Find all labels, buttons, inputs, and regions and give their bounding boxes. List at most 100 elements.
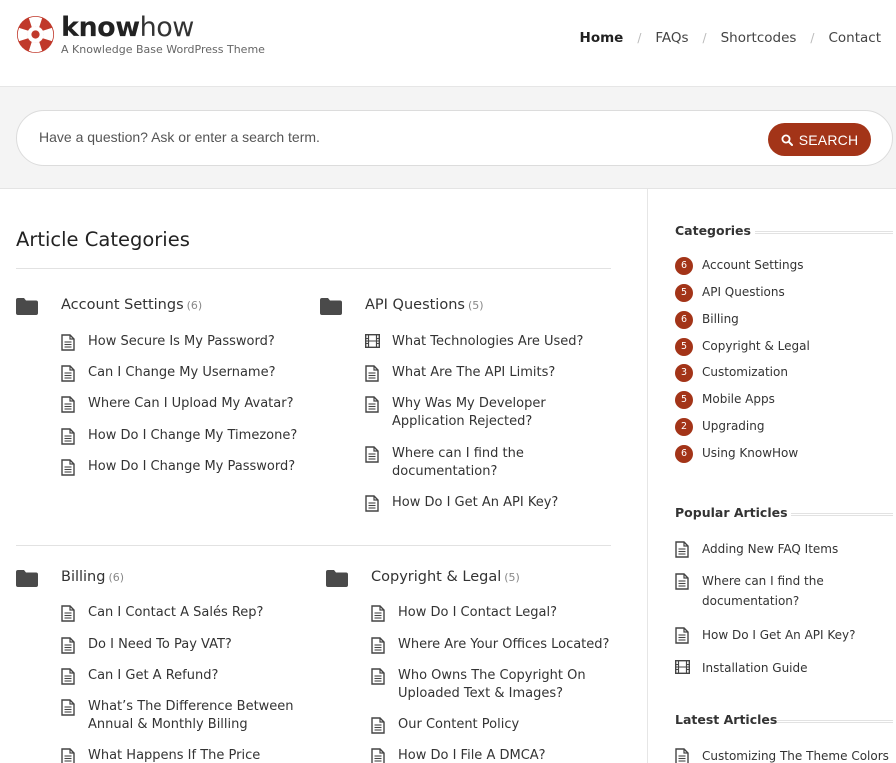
- sidebar-popular-heading: Popular Articles: [675, 505, 893, 520]
- article-title: How Do I Get An API Key?: [392, 495, 559, 510]
- sidebar-heading-text: Latest Articles: [675, 712, 778, 727]
- category-name: Billing: [61, 569, 106, 585]
- count-badge: 5: [675, 391, 693, 409]
- folder-icon: [16, 298, 38, 315]
- category-title[interactable]: Copyright & Legal (5): [371, 569, 520, 585]
- site-header: knowhow A Knowledge Base WordPress Theme…: [0, 0, 896, 87]
- document-icon: [61, 748, 75, 763]
- document-icon: [61, 699, 75, 716]
- popular-article-title-line: documentation?: [702, 594, 800, 608]
- category-title[interactable]: Billing (6): [61, 569, 124, 585]
- article-title: How Do I File A DMCA?: [398, 748, 546, 763]
- document-icon: [371, 668, 385, 685]
- document-icon: [365, 365, 379, 382]
- search-icon: [781, 134, 793, 146]
- count-badge: 6: [675, 257, 693, 275]
- search-button-label: SEARCH: [798, 131, 859, 148]
- popular-article-title-line: Where can I find the: [702, 574, 824, 588]
- category-title[interactable]: API Questions (5): [365, 297, 484, 313]
- article-title: How Do I Change My Password?: [88, 459, 296, 474]
- nav-home[interactable]: Home: [580, 30, 624, 46]
- sidebar-category-label: Mobile Apps: [702, 392, 775, 406]
- count-badge: 6: [675, 445, 693, 463]
- sidebar-category-label: Account Settings: [702, 258, 804, 272]
- article-title-line: Why Was My Developer: [392, 396, 546, 411]
- category-name: Account Settings: [61, 297, 184, 313]
- document-icon: [61, 396, 75, 413]
- main-nav: Home / FAQs / Shortcodes / Contact: [580, 30, 881, 46]
- search-input[interactable]: [39, 129, 739, 145]
- brand-name-bold: know: [61, 12, 140, 43]
- category-title[interactable]: Account Settings (6): [61, 297, 202, 313]
- nav-shortcodes[interactable]: Shortcodes: [721, 30, 797, 46]
- article-title: What Are The API Limits?: [392, 365, 556, 380]
- film-icon: [365, 334, 380, 348]
- article-title: Do I Need To Pay VAT?: [88, 637, 232, 652]
- brand-name[interactable]: knowhow: [61, 12, 194, 44]
- nav-separator: /: [810, 31, 815, 45]
- article-title: What Happens If The Price: [88, 748, 261, 763]
- sidebar-category-label: Upgrading: [702, 419, 765, 433]
- brand-name-light: how: [139, 12, 195, 43]
- divider: [16, 268, 611, 269]
- count-badge: 3: [675, 364, 693, 382]
- category-count: (6): [108, 571, 125, 584]
- folder-icon: [326, 570, 348, 587]
- count-badge: 5: [675, 338, 693, 356]
- document-icon: [675, 541, 689, 558]
- heading-rule: [777, 720, 893, 723]
- document-icon: [365, 495, 379, 512]
- divider: [16, 545, 611, 546]
- search-button[interactable]: SEARCH: [768, 123, 871, 156]
- article-title: What Technologies Are Used?: [392, 334, 584, 349]
- article-title: Can I Contact A Salés Rep?: [88, 605, 264, 620]
- document-icon: [675, 748, 689, 763]
- count-badge: 2: [675, 418, 693, 436]
- article-title-line: Application Rejected?: [392, 414, 533, 429]
- article-title: Can I Get A Refund?: [88, 668, 219, 683]
- article-title: Our Content Policy: [398, 717, 520, 732]
- category-billing: Billing (6): [16, 568, 306, 590]
- article-title-line: documentation?: [392, 464, 498, 479]
- nav-contact[interactable]: Contact: [828, 30, 881, 46]
- document-icon: [61, 668, 75, 685]
- sidebar-category-label: Using KnowHow: [702, 446, 799, 460]
- document-icon: [61, 428, 75, 445]
- document-icon: [371, 605, 385, 622]
- article-title: How Do I Change My Timezone?: [88, 428, 298, 443]
- popular-article-title: Adding New FAQ Items: [702, 542, 839, 556]
- document-icon: [61, 334, 75, 351]
- article-title: How Secure Is My Password?: [88, 334, 275, 349]
- article-title-line: Where can I find the: [392, 446, 524, 461]
- latest-article-title: Customizing The Theme Colors: [702, 749, 889, 763]
- sidebar: Categories 6 Account Settings 5 API Ques…: [647, 189, 896, 763]
- search-band: SEARCH: [0, 87, 896, 189]
- lifebuoy-logo-icon[interactable]: [15, 14, 56, 55]
- heading-rule: [755, 231, 893, 234]
- document-icon: [61, 605, 75, 622]
- heading-rule: [791, 513, 893, 516]
- document-icon: [61, 637, 75, 654]
- category-copyright-legal: Copyright & Legal (5): [326, 568, 616, 590]
- page-title: Article Categories: [16, 228, 190, 251]
- document-icon: [371, 637, 385, 654]
- nav-faqs[interactable]: FAQs: [655, 30, 688, 46]
- document-icon: [675, 573, 689, 590]
- article-title-line: What’s The Difference Between: [88, 699, 294, 714]
- article-title-line: Uploaded Text & Images?: [398, 686, 564, 701]
- category-name: API Questions: [365, 297, 465, 313]
- category-count: (5): [504, 571, 520, 584]
- category-name: Copyright & Legal: [371, 569, 502, 585]
- film-icon: [675, 660, 690, 674]
- document-icon: [371, 717, 385, 734]
- article-title: Where Can I Upload My Avatar?: [88, 396, 294, 411]
- category-count: (6): [186, 299, 203, 312]
- article-title-line: Who Owns The Copyright On: [398, 668, 586, 683]
- sidebar-category-label: Customization: [702, 365, 788, 379]
- article-title: How Do I Contact Legal?: [398, 605, 558, 620]
- category-account-settings: Account Settings (6): [16, 296, 306, 318]
- sidebar-category-label: Copyright & Legal: [702, 339, 810, 353]
- article-title: Can I Change My Username?: [88, 365, 276, 380]
- count-badge: 6: [675, 311, 693, 329]
- article-title: Where Are Your Offices Located?: [398, 637, 610, 652]
